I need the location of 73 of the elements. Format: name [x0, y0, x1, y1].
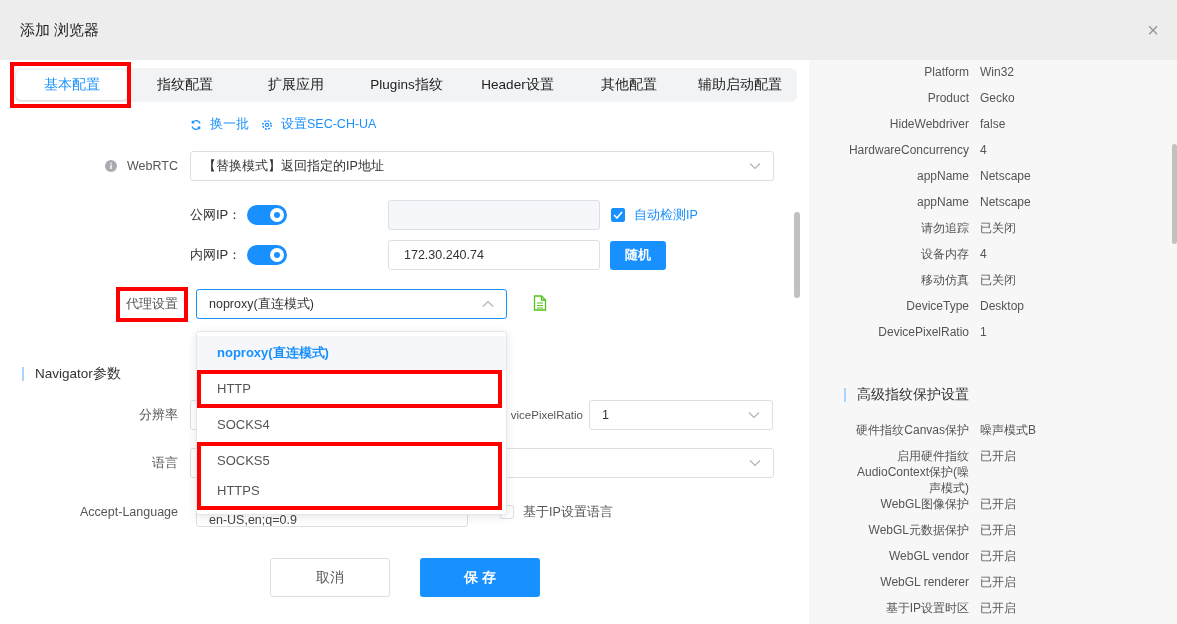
tab[interactable]: Plugins指纹 — [351, 70, 462, 100]
tab[interactable]: 辅助启动配置 — [684, 70, 795, 100]
property-value: Netscape — [980, 168, 1031, 184]
property-label: 基于IP设置时区 — [884, 600, 969, 616]
property-value: Netscape — [980, 194, 1031, 210]
property-value: Win32 — [980, 64, 1014, 80]
pixel-ratio-select[interactable]: 1 — [589, 400, 773, 430]
property-value: 已开启 — [980, 600, 1016, 616]
property-label: WebGL元数据保护 — [867, 522, 969, 538]
property-value: 已开启 — [980, 548, 1016, 564]
property-value: 已开启 — [980, 574, 1016, 590]
dropdown-option[interactable]: HTTPS — [201, 476, 498, 506]
property-label: WebGL vendor — [887, 548, 969, 564]
property-label: WebGL图像保护 — [879, 496, 969, 512]
tab[interactable]: 扩展应用 — [240, 70, 351, 100]
section-heading: 高级指纹保护设置 — [844, 388, 1177, 402]
property-value: 1 — [980, 324, 987, 340]
property-value: 已关闭 — [980, 272, 1016, 288]
property-value: 已关闭 — [980, 220, 1016, 236]
info-icon — [105, 160, 118, 172]
property-value: 已开启 — [980, 522, 1016, 538]
property-label: WebGL renderer — [879, 574, 969, 590]
gear-icon — [261, 118, 273, 131]
refresh-icon — [190, 118, 202, 131]
field-label: Accept-Language — [79, 505, 178, 519]
field-label: WebRTC — [127, 159, 178, 173]
property-label: DevicePixelRatio — [877, 324, 969, 340]
property-value: 4 — [980, 142, 987, 158]
field-label: 内网IP： — [190, 246, 243, 264]
property-value: Gecko — [980, 90, 1015, 106]
field-label: 语言 — [151, 454, 178, 472]
property-value: false — [980, 116, 1006, 132]
property-label: 硬件指纹Canvas保护 — [855, 422, 969, 438]
property-value: 4 — [980, 246, 987, 262]
chevron-up-icon — [482, 300, 494, 308]
property-label: HideWebdriver — [888, 116, 969, 132]
property-label: 请勿追踪 — [920, 220, 969, 236]
property-label: HardwareConcurrency — [847, 142, 969, 158]
tab[interactable]: Header设置 — [462, 70, 573, 100]
tab[interactable]: 指纹配置 — [129, 70, 240, 100]
dropdown-option[interactable]: SOCKS4 — [197, 408, 506, 442]
chevron-down-icon — [748, 411, 760, 419]
property-value: 噪声模式B — [980, 422, 1036, 438]
property-label: 设备内存 — [920, 246, 969, 262]
field-label: 代理设置 — [126, 296, 178, 311]
checkbox-label: 自动检测IP — [634, 206, 698, 224]
tab[interactable]: 其他配置 — [573, 70, 684, 100]
property-label: DeviceType — [905, 298, 969, 314]
document-icon[interactable] — [533, 295, 547, 311]
property-label: appName — [915, 194, 969, 210]
proxy-select[interactable]: noproxy(直连模式) — [196, 289, 507, 319]
field-label: 公网IP： — [190, 206, 243, 224]
scrollbar[interactable] — [1172, 144, 1177, 244]
property-label: 移动仿真 — [920, 272, 969, 288]
property-label: Platform — [923, 64, 969, 80]
field-label: 分辨率 — [138, 406, 178, 424]
checkbox-label: 基于IP设置语言 — [523, 503, 613, 521]
field-label: vicePixelRatio — [510, 409, 583, 421]
dropdown-option[interactable]: SOCKS5 — [201, 446, 498, 476]
scrollbar[interactable] — [794, 212, 800, 298]
chevron-down-icon — [749, 459, 761, 467]
toggle-switch[interactable] — [247, 245, 287, 265]
property-value: 已开启 — [980, 496, 1016, 512]
chevron-down-icon — [749, 162, 761, 170]
ip-input[interactable]: 172.30.240.74 — [388, 240, 600, 270]
property-label: 启用硬件指纹AudioContext保护(噪声模式) — [855, 448, 969, 496]
property-label: Product — [926, 90, 969, 106]
cancel-button[interactable]: 取消 — [270, 558, 390, 597]
property-value: Desktop — [980, 298, 1025, 314]
window-title: 添加 浏览器 — [20, 20, 100, 40]
webrtc-select[interactable]: 【替换模式】返回指定的IP地址 — [190, 151, 774, 181]
property-label: appName — [915, 168, 969, 184]
property-value: 已开启 — [980, 448, 1016, 464]
